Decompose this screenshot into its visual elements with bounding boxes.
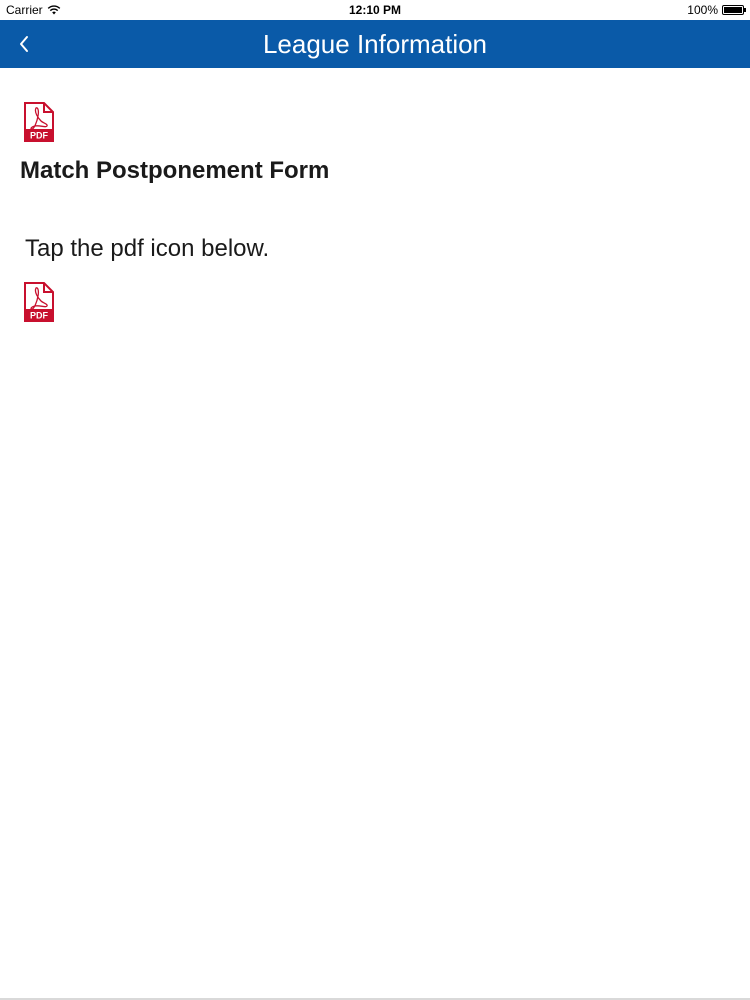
pdf-icon: PDF <box>24 102 54 142</box>
pdf-download-link[interactable]: PDF <box>24 282 54 322</box>
pdf-icon: PDF <box>24 282 54 322</box>
status-bar: Carrier 12:10 PM 100% <box>0 0 750 20</box>
battery-icon <box>722 5 746 15</box>
app-screen: Carrier 12:10 PM 100% League Information <box>0 0 750 1000</box>
pdf-icon-label: PDF <box>30 311 49 321</box>
navigation-bar: League Information <box>0 20 750 68</box>
form-title: Match Postponement Form <box>20 157 330 184</box>
pdf-icon-label: PDF <box>30 131 49 141</box>
status-right: 100% <box>687 3 746 17</box>
instruction-text: Tap the pdf icon below. <box>25 235 270 262</box>
battery-percent: 100% <box>687 3 718 17</box>
header-pdf-icon[interactable]: PDF <box>24 102 54 142</box>
status-time: 12:10 PM <box>348 3 402 17</box>
page-title: League Information <box>262 29 488 59</box>
